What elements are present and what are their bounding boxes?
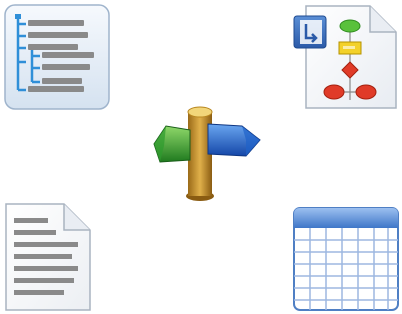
signpost-icon <box>150 104 264 206</box>
flowchart-document-icon <box>292 4 398 110</box>
text-document-icon <box>4 202 92 312</box>
tree-view-icon <box>4 4 110 110</box>
spreadsheet-grid-icon <box>292 206 400 312</box>
